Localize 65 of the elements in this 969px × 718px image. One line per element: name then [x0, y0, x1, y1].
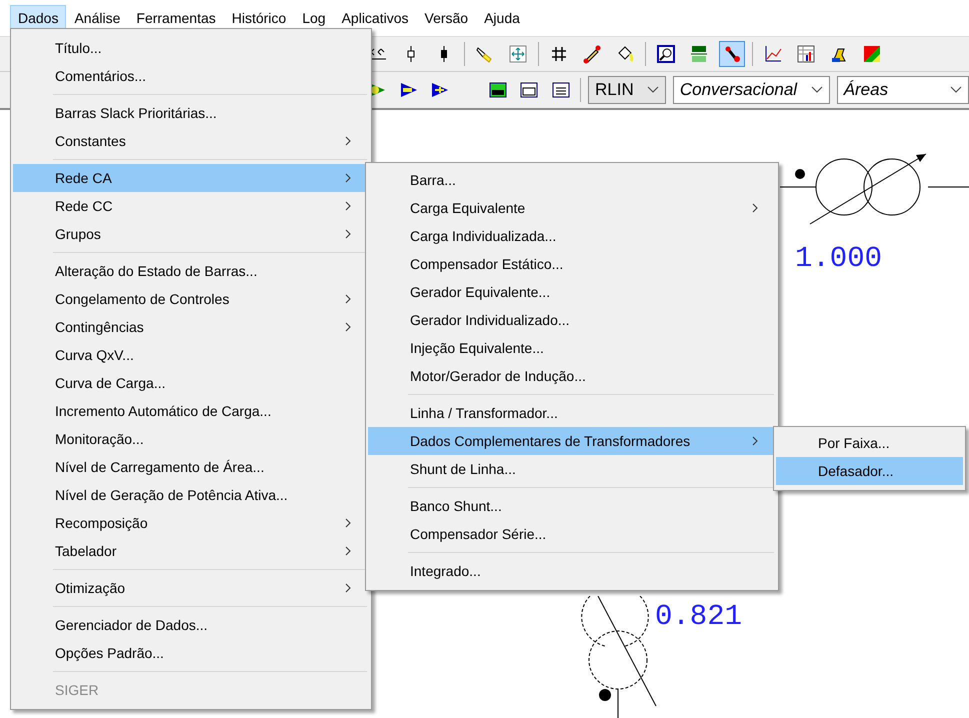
menu-item[interactable]: Congelamento de Controles — [13, 285, 369, 313]
menu-item[interactable]: Compensador Série... — [368, 520, 776, 548]
menu-item[interactable]: Constantes — [13, 127, 369, 155]
menu-item[interactable]: Rede CC — [13, 192, 369, 220]
menu-item[interactable]: Curva QxV... — [13, 341, 369, 369]
menu-item[interactable]: Banco Shunt... — [368, 492, 776, 520]
menu-item[interactable]: Comentários... — [13, 62, 369, 90]
caret-icon — [950, 86, 962, 94]
menu-item[interactable]: Recomposição — [13, 509, 369, 537]
menu-item[interactable]: Gerador Individualizado... — [368, 306, 776, 334]
line-chart-icon — [763, 44, 783, 64]
menu-item[interactable]: Injeção Equivalente... — [368, 334, 776, 362]
menu-item[interactable]: Nível de Geração de Potência Ativa... — [13, 481, 369, 509]
menu-item[interactable]: Otimização — [13, 574, 369, 602]
menu-item[interactable]: Dados Complementares de Transformadores — [368, 427, 776, 455]
menu-item[interactable]: Motor/Gerador de Indução... — [368, 362, 776, 390]
dropdown[interactable]: RLIN — [588, 76, 666, 104]
caret-icon — [646, 86, 659, 94]
menu-item[interactable]: Monitoração... — [13, 425, 369, 453]
color-map-icon — [862, 44, 882, 64]
value-label: 1.000 — [795, 242, 882, 275]
menu-item[interactable]: Gerador Equivalente... — [368, 278, 776, 306]
menu-bar-item[interactable]: Ferramentas — [128, 5, 224, 31]
menu-bar-item[interactable]: Ajuda — [476, 5, 528, 31]
menu-bar-item[interactable]: Análise — [66, 5, 128, 31]
menu-item[interactable]: Carga Equivalente — [368, 194, 776, 222]
menu-item[interactable]: Título... — [13, 34, 369, 62]
menu-item[interactable]: Barra... — [368, 166, 776, 194]
menu-item[interactable]: Grupos — [13, 220, 369, 248]
menu-item[interactable]: Carga Individualizada... — [368, 222, 776, 250]
table-icon — [796, 44, 816, 64]
menu-item[interactable]: Linha / Transformador... — [368, 399, 776, 427]
menu-item[interactable]: Alteração do Estado de Barras... — [13, 257, 369, 285]
dc-icon — [519, 80, 540, 100]
move-icon — [508, 44, 528, 64]
zoom-icon — [656, 44, 676, 64]
grid-icon — [549, 44, 569, 64]
menu-item[interactable]: Contingências — [13, 313, 369, 341]
menu-item[interactable]: Shunt de Linha... — [368, 455, 776, 483]
menu-bar-item[interactable]: Log — [294, 5, 334, 31]
menu-item[interactable]: Opções Padrão... — [13, 639, 369, 667]
dropdown[interactable]: Conversacional — [672, 76, 830, 104]
toolbar-button[interactable] — [719, 41, 745, 67]
menu-item[interactable]: Nível de Carregamento de Área... — [13, 453, 369, 481]
unit-icon — [689, 44, 709, 64]
caret-icon — [810, 86, 823, 94]
play-arrow-icon — [398, 80, 419, 100]
menu-item[interactable]: Curva de Carga... — [13, 369, 369, 397]
menu-item[interactable]: Por Faixa... — [776, 429, 963, 457]
list-icon — [550, 80, 571, 100]
play-arrow-icon — [430, 80, 450, 100]
menu-item[interactable]: Integrado... — [368, 557, 776, 585]
menu-item[interactable]: Defasador... — [776, 457, 963, 485]
menu-item[interactable]: Incremento Automático de Carga... — [13, 397, 369, 425]
menu-item[interactable]: Tabelador — [13, 537, 369, 565]
value-label: 0.821 — [655, 600, 742, 633]
menu-item[interactable]: Barras Slack Prioritárias... — [13, 99, 369, 127]
pen-icon — [582, 44, 602, 64]
menu-item[interactable]: Gerenciador de Dados... — [13, 611, 369, 639]
menu-bar-item[interactable]: Versão — [416, 5, 476, 31]
menu-bar-item[interactable]: Aplicativos — [334, 5, 416, 31]
report-icon — [488, 80, 508, 100]
menu-item[interactable]: Compensador Estático... — [368, 250, 776, 278]
dropdown[interactable]: Áreas — [836, 76, 969, 104]
menu-bar-item[interactable]: Histórico — [224, 5, 294, 31]
